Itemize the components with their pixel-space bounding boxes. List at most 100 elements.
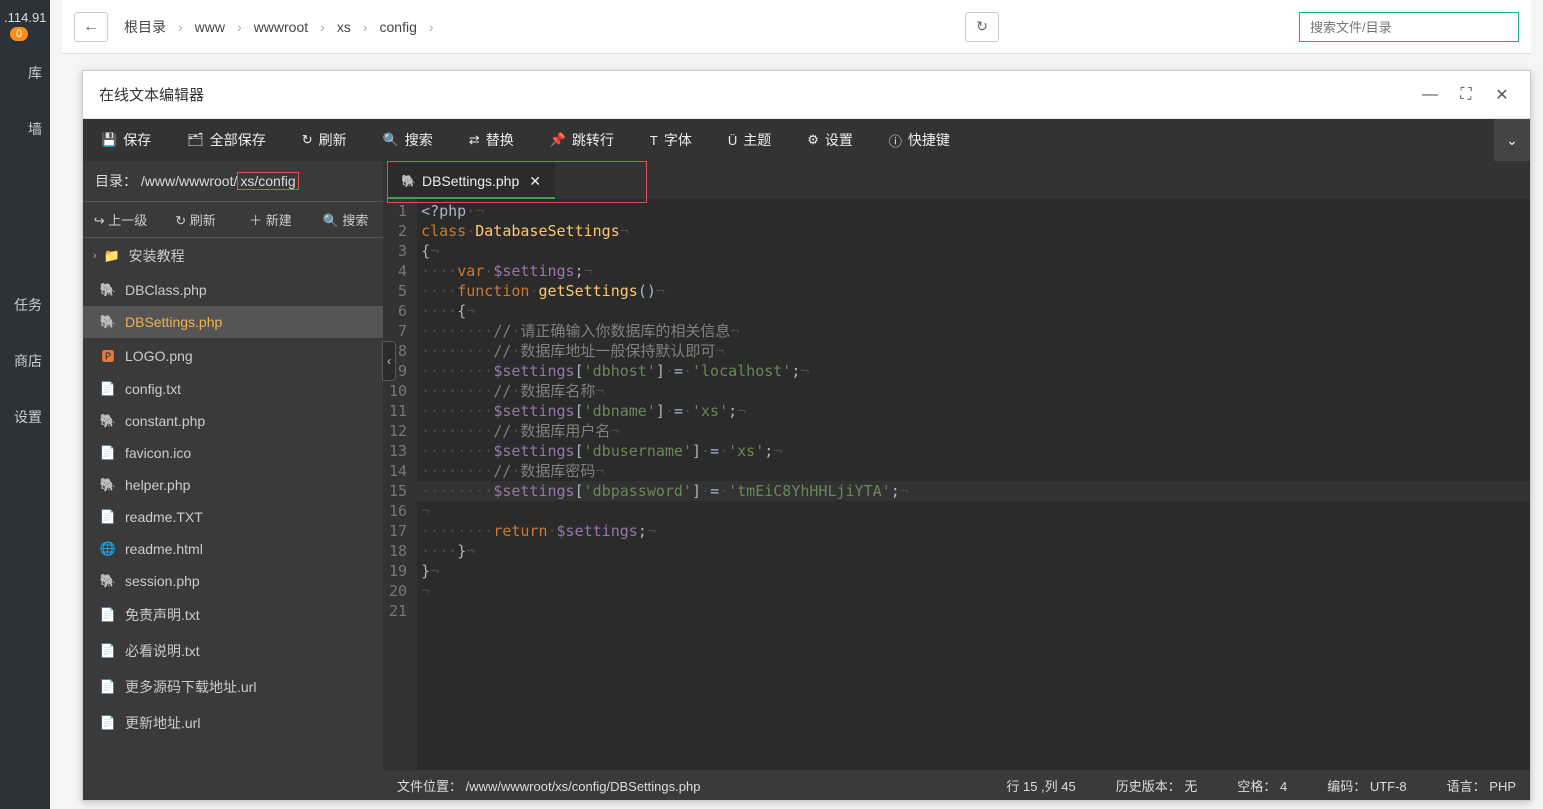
code-panel: ‹ 🐘 DBSettings.php ✕ 1234567891011121314…	[383, 161, 1530, 800]
parent-dir-button[interactable]: ↪ 上一级	[83, 202, 158, 237]
status-path: 文件位置： /www/wwwroot/xs/config/DBSettings.…	[397, 776, 1006, 795]
font-button[interactable]: T字体	[632, 119, 710, 161]
folder-icon: 📁	[101, 248, 123, 264]
code-content[interactable]: <?php·¬class·DatabaseSettings¬{¬····var·…	[417, 199, 1530, 770]
status-spaces[interactable]: 空格： 4	[1237, 776, 1287, 795]
file-icon: 🐘	[97, 573, 119, 589]
tree-file[interactable]: 🐘DBClass.php	[83, 274, 383, 306]
editor-window: 在线文本编辑器 — ⛶ ✕ 💾保存 🗂全部保存 ↻刷新 🔍搜索 ⇄替换 📌跳转行…	[82, 70, 1531, 801]
tree-file[interactable]: 📄readme.TXT	[83, 501, 383, 533]
breadcrumb-part[interactable]: www	[195, 19, 225, 35]
refresh-button[interactable]: ↻刷新	[284, 119, 365, 161]
tree-folder[interactable]: ›📁安装教程	[83, 238, 383, 274]
tree-file[interactable]: 📄更多源码下载地址.url	[83, 669, 383, 705]
editor-title: 在线文本编辑器	[99, 84, 1406, 105]
editor-tab[interactable]: 🐘 DBSettings.php ✕	[387, 163, 555, 199]
tree-file[interactable]: 🌐readme.html	[83, 533, 383, 565]
ip-label: .114.91 0	[0, 6, 50, 45]
tab-close-button[interactable]: ✕	[529, 173, 541, 190]
tree-file[interactable]: 🐘session.php	[83, 565, 383, 597]
file-icon: 🐘	[97, 477, 119, 493]
file-toolbar: ↪ 上一级 ↻ 刷新 ＋ 新建 🔍 搜索	[83, 202, 383, 238]
nav-item[interactable]: 库	[0, 45, 50, 101]
line-gutter: 123456789101112131415161718192021	[383, 199, 417, 770]
tree-file[interactable]: 📄favicon.ico	[83, 437, 383, 469]
file-icon: 📄	[97, 509, 119, 525]
tree-file[interactable]: 📄更新地址.url	[83, 705, 383, 741]
top-bar: ← 根目录› www› wwwroot› xs› config› ↻	[62, 0, 1531, 54]
search-input[interactable]	[1310, 20, 1508, 35]
file-icon: 📄	[97, 715, 119, 731]
theme-button[interactable]: Ü主题	[710, 119, 789, 161]
file-icon: 🐘	[97, 413, 119, 429]
editor-toolbar: 💾保存 🗂全部保存 ↻刷新 🔍搜索 ⇄替换 📌跳转行 T字体 Ü主题 ⚙设置 ⓘ…	[83, 119, 1530, 161]
file-icon: 🅿	[97, 346, 119, 365]
status-rowcol: 行 15 ,列 45	[1006, 776, 1075, 795]
refresh-icon: ↻	[302, 132, 313, 148]
minimize-button[interactable]: —	[1418, 86, 1442, 104]
tree-file[interactable]: 📄config.txt	[83, 373, 383, 405]
editor-area[interactable]: 123456789101112131415161718192021 <?php·…	[383, 199, 1530, 770]
goto-button[interactable]: 📌跳转行	[532, 119, 632, 161]
save-icon: 💾	[101, 132, 117, 148]
tree-file[interactable]: 📄必看说明.txt	[83, 633, 383, 669]
tree-file[interactable]: 🐘constant.php	[83, 405, 383, 437]
new-button[interactable]: ＋ 新建	[233, 202, 308, 237]
save-button[interactable]: 💾保存	[83, 119, 169, 161]
breadcrumb-part[interactable]: config	[380, 19, 417, 35]
refresh-tree-button[interactable]: ↻ 刷新	[158, 202, 233, 237]
search-icon: 🔍	[383, 132, 399, 148]
maximize-button[interactable]: ⛶	[1454, 86, 1478, 104]
nav-item[interactable]: 设置	[0, 389, 50, 445]
search-tree-button[interactable]: 🔍 搜索	[308, 202, 383, 237]
font-icon: T	[650, 133, 658, 148]
collapse-handle[interactable]: ‹	[382, 341, 396, 381]
file-icon: 🐘	[97, 314, 119, 330]
nav-item[interactable]: 商店	[0, 333, 50, 389]
nav-item[interactable]: 任务	[0, 277, 50, 333]
replace-button[interactable]: ⇄替换	[451, 119, 532, 161]
status-history[interactable]: 历史版本： 无	[1116, 776, 1198, 795]
save-all-button[interactable]: 🗂全部保存	[169, 119, 284, 161]
shortcut-button[interactable]: ⓘ快捷键	[871, 119, 968, 161]
file-tree: ›📁安装教程 🐘DBClass.php🐘DBSettings.php🅿LOGO.…	[83, 238, 383, 800]
status-lang[interactable]: 语言： PHP	[1447, 776, 1516, 795]
file-icon: 📄	[97, 643, 119, 659]
badge-count: 0	[10, 27, 28, 41]
refresh-button[interactable]: ↻	[965, 12, 999, 42]
file-icon: 🌐	[97, 541, 119, 557]
tab-bar: 🐘 DBSettings.php ✕	[383, 161, 1530, 199]
search-box[interactable]	[1299, 12, 1519, 42]
tree-file[interactable]: 🐘helper.php	[83, 469, 383, 501]
chevron-right-icon: ›	[93, 250, 97, 262]
breadcrumb-part[interactable]: xs	[337, 19, 351, 35]
status-bar: 文件位置： /www/wwwroot/xs/config/DBSettings.…	[383, 770, 1530, 800]
chevron-down-icon: ⌄	[1506, 132, 1518, 149]
file-panel: 目录： /www/wwwroot/xs/config ↪ 上一级 ↻ 刷新 ＋ …	[83, 161, 383, 800]
nav-item[interactable]: 墙	[0, 101, 50, 157]
breadcrumb-part[interactable]: wwwroot	[254, 19, 308, 35]
back-button[interactable]: ←	[74, 12, 108, 42]
goto-icon: 📌	[550, 132, 566, 148]
editor-titlebar: 在线文本编辑器 — ⛶ ✕	[83, 71, 1530, 119]
file-icon: 📄	[97, 381, 119, 397]
php-icon: 🐘	[401, 174, 416, 188]
close-button[interactable]: ✕	[1490, 85, 1514, 105]
left-sidebar: .114.91 0 库 墙 任务 商店 设置	[0, 0, 50, 809]
breadcrumb: 根目录› www› wwwroot› xs› config›	[120, 17, 965, 37]
tree-file[interactable]: 🐘DBSettings.php	[83, 306, 383, 338]
gear-icon: ⚙	[807, 132, 819, 148]
replace-icon: ⇄	[469, 132, 480, 148]
theme-icon: Ü	[728, 133, 737, 148]
info-icon: ⓘ	[889, 131, 902, 150]
search-button[interactable]: 🔍搜索	[365, 119, 451, 161]
file-icon: 🐘	[97, 282, 119, 298]
settings-button[interactable]: ⚙设置	[789, 119, 871, 161]
expand-button[interactable]: ⌄	[1494, 119, 1530, 161]
file-icon: 📄	[97, 445, 119, 461]
breadcrumb-root[interactable]: 根目录	[124, 17, 166, 37]
tree-file[interactable]: 🅿LOGO.png	[83, 338, 383, 373]
tree-file[interactable]: 📄免责声明.txt	[83, 597, 383, 633]
save-all-icon: 🗂	[187, 132, 204, 148]
status-encoding[interactable]: 编码： UTF-8	[1327, 776, 1406, 795]
